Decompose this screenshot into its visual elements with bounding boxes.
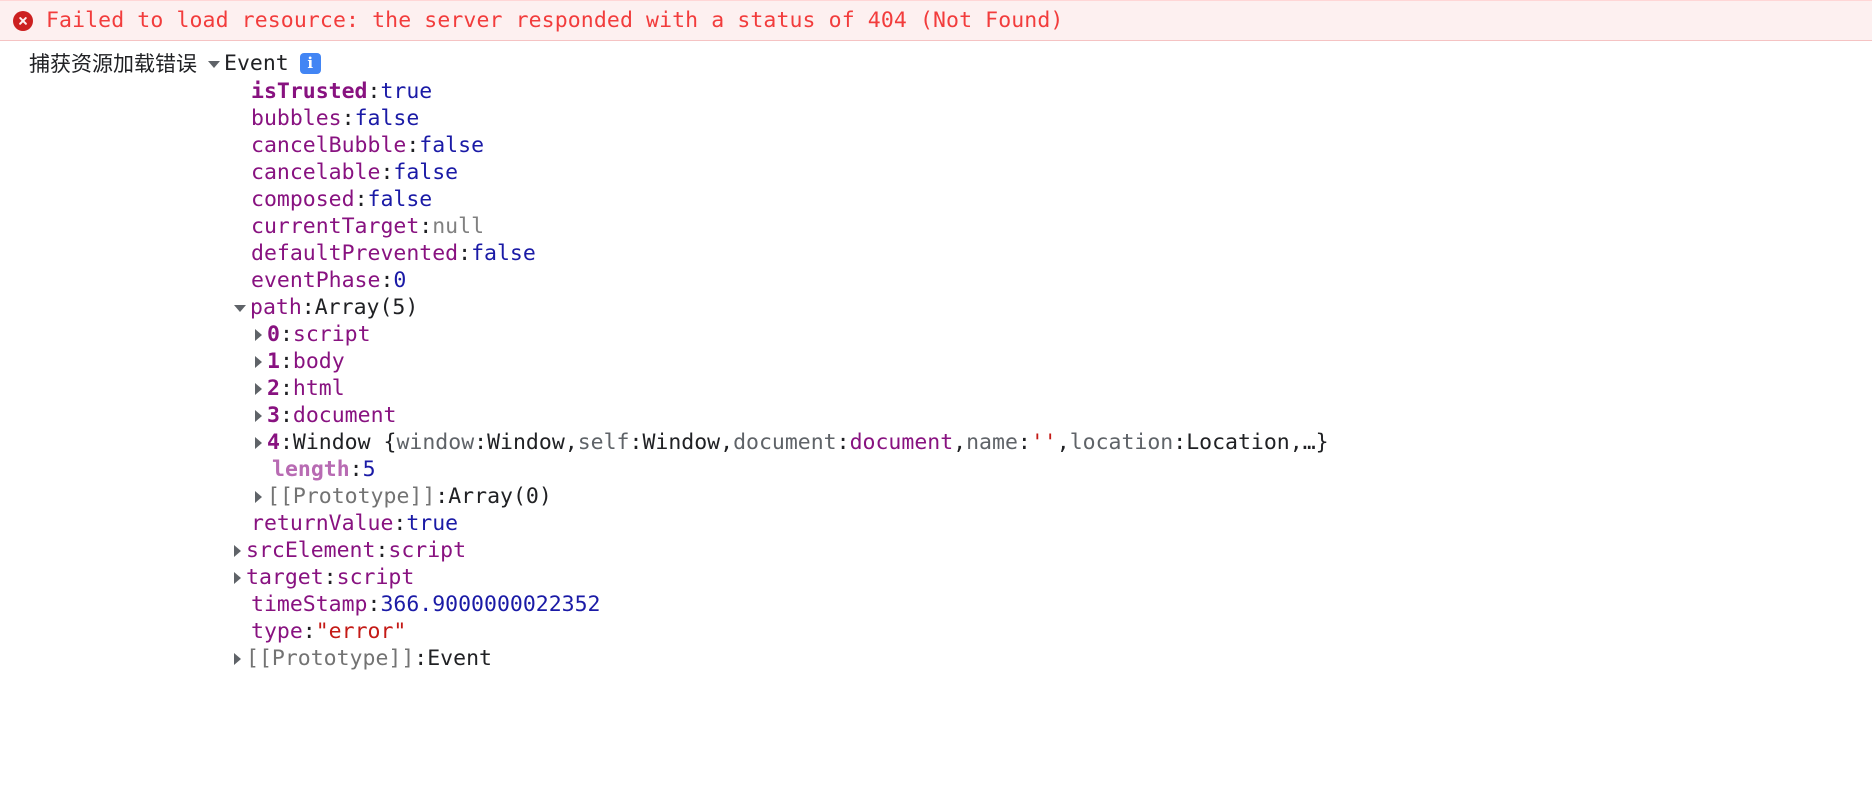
- property-colon: :: [414, 645, 428, 671]
- property-row[interactable]: 4: Window {window: Window, self: Window,…: [0, 429, 1872, 456]
- window-preview-value: Window: [487, 429, 565, 455]
- window-preview-colon: :: [1017, 429, 1031, 455]
- property-row[interactable]: [[Prototype]]: Array(0): [0, 483, 1872, 510]
- window-preview-colon: :: [1173, 429, 1187, 455]
- chevron-down-icon[interactable]: [234, 305, 246, 312]
- chevron-right-icon[interactable]: [255, 382, 262, 395]
- window-preview-ellipsis: …: [1302, 429, 1316, 455]
- chevron-right-icon[interactable]: [255, 409, 262, 422]
- property-row[interactable]: [[Prototype]]: Event: [0, 645, 1872, 672]
- error-circle-x-icon: [13, 10, 33, 31]
- property-value: Array(0): [448, 483, 552, 509]
- property-row[interactable]: target: script: [0, 564, 1872, 591]
- error-message-text: Failed to load resource: the server resp…: [46, 7, 1064, 33]
- property-row: defaultPrevented: false: [0, 240, 1872, 267]
- log-entry-label: 捕获资源加载错误: [29, 51, 197, 76]
- log-entry-header[interactable]: 捕获资源加载错误 Event i: [0, 49, 1872, 78]
- property-row: returnValue: true: [0, 510, 1872, 537]
- chevron-right-icon[interactable]: [234, 544, 241, 557]
- window-preview-key: document: [733, 429, 837, 455]
- property-value: false: [471, 240, 536, 266]
- chevron-right-icon[interactable]: [255, 355, 262, 368]
- window-preview-value: Location: [1186, 429, 1290, 455]
- window-preview-separator: ,: [953, 429, 967, 455]
- chevron-down-icon[interactable]: [208, 61, 220, 68]
- window-preview-separator: ,: [564, 429, 578, 455]
- window-preview-key: location: [1069, 429, 1174, 455]
- property-row: cancelable: false: [0, 159, 1872, 186]
- property-row[interactable]: srcElement: script: [0, 537, 1872, 564]
- property-row[interactable]: 3: document: [0, 402, 1872, 429]
- property-row: cancelBubble: false: [0, 132, 1872, 159]
- property-key: [[Prototype]]: [246, 645, 415, 671]
- property-row[interactable]: 2: html: [0, 375, 1872, 402]
- window-preview-colon: :: [836, 429, 850, 455]
- property-row[interactable]: 1: body: [0, 348, 1872, 375]
- property-row[interactable]: 0: script: [0, 321, 1872, 348]
- property-row: length: 5: [0, 456, 1872, 483]
- property-colon: :: [458, 240, 472, 266]
- window-preview-key: self: [577, 429, 630, 455]
- chevron-right-icon[interactable]: [255, 328, 262, 341]
- window-preview-separator: ,: [1056, 429, 1070, 455]
- info-icon[interactable]: i: [299, 53, 321, 74]
- chevron-right-icon[interactable]: [255, 490, 262, 503]
- property-row: composed: false: [0, 186, 1872, 213]
- property-row: bubbles: false: [0, 105, 1872, 132]
- window-preview-colon: :: [474, 429, 488, 455]
- window-preview-value: document: [849, 429, 954, 455]
- window-preview-key: name: [966, 429, 1018, 455]
- property-row: type: "error": [0, 618, 1872, 645]
- window-preview-suffix: }: [1315, 429, 1329, 455]
- console-error-banner: Failed to load resource: the server resp…: [0, 0, 1872, 41]
- window-preview-value: Window: [642, 429, 721, 455]
- object-property-list: isTrusted: true bubbles: false cancelBubbl…: [0, 78, 1872, 672]
- chevron-right-icon[interactable]: [234, 652, 241, 665]
- window-preview-key: window: [396, 429, 475, 455]
- property-row[interactable]: path: Array(5): [0, 294, 1872, 321]
- window-preview-value: '': [1030, 429, 1057, 455]
- property-row: timeStamp: 366.9000000022352: [0, 591, 1872, 618]
- property-row: eventPhase: 0: [0, 267, 1872, 294]
- window-preview-separator: ,: [1289, 429, 1303, 455]
- console-log-body: 捕获资源加载错误 Event i isTrusted: true bubbles:…: [0, 41, 1872, 672]
- window-preview-colon: :: [629, 429, 643, 455]
- chevron-right-icon[interactable]: [234, 571, 241, 584]
- chevron-right-icon[interactable]: [255, 436, 262, 449]
- property-row: currentTarget: null: [0, 213, 1872, 240]
- property-value: 366.9000000022352: [380, 591, 601, 617]
- property-value: Event: [427, 645, 492, 671]
- property-row: isTrusted: true: [0, 78, 1872, 105]
- window-preview-separator: ,: [720, 429, 734, 455]
